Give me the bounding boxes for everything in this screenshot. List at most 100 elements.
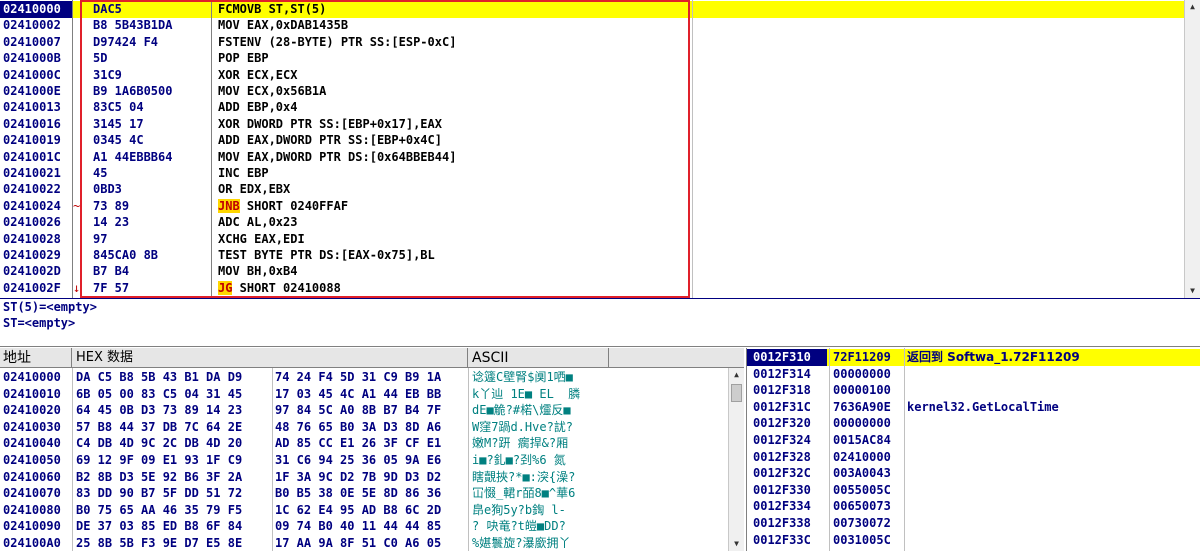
stack-value[interactable]: 02410000 <box>833 449 891 466</box>
dump-hex-bytes[interactable]: 97 84 5C A0 8B B7 B4 7F <box>275 402 441 419</box>
dump-address[interactable]: 024100A0 <box>3 535 73 551</box>
stack-row[interactable]: 0012F334 00650073 <box>747 498 1200 515</box>
dump-ascii[interactable]: 冚惙_輑r皕8■^華6 <box>472 485 575 502</box>
dump-hex-bytes[interactable]: 83 DD 90 B7 5F DD 51 72 <box>76 485 242 502</box>
scroll-up-arrow-icon[interactable]: ▲ <box>729 368 744 382</box>
dump-ascii[interactable]: 谂籧C壁腎$阒1哂■ <box>472 369 573 386</box>
scroll-down-arrow-icon[interactable]: ▼ <box>1185 284 1200 298</box>
dump-address[interactable]: 02410010 <box>3 386 73 403</box>
stack-value[interactable]: 0055005C <box>833 482 891 499</box>
dump-address[interactable]: 02410020 <box>3 402 73 419</box>
disassembly-pane[interactable]: 02410000 DAC5 FCMOVB ST,ST(5) 02410002 B8 5B… <box>0 0 1200 298</box>
dump-address[interactable]: 02410000 <box>3 369 73 386</box>
stack-value[interactable]: 0015AC84 <box>833 432 891 449</box>
stack-address[interactable]: 0012F334 <box>753 498 827 515</box>
dump-hex-bytes[interactable]: 09 74 B0 40 11 44 44 85 <box>275 518 441 535</box>
instruction-address[interactable]: 02410022 <box>3 181 71 198</box>
scroll-up-arrow-icon[interactable]: ▲ <box>1185 0 1200 14</box>
instruction-address[interactable]: 02410019 <box>3 132 71 149</box>
stack-row[interactable]: 0012F32C 003A0043 <box>747 465 1200 482</box>
stack-address[interactable]: 0012F318 <box>753 382 827 399</box>
instruction-address[interactable]: 02410002 <box>3 17 71 34</box>
dump-ascii[interactable]: dE■觤?#楉\爧反■ <box>472 402 571 419</box>
stack-address[interactable]: 0012F310 <box>747 349 827 366</box>
dump-scrollbar[interactable]: ▲ ▼ <box>728 368 744 551</box>
instruction-address[interactable]: 0241000E <box>3 83 71 100</box>
stack-row[interactable]: 0012F310 72F11209 返回到 Softwa_1.72F11209 <box>747 349 1200 366</box>
dump-hex-bytes[interactable]: 17 03 45 4C A1 44 EB BB <box>275 386 441 403</box>
instruction-address[interactable]: 02410016 <box>3 116 71 133</box>
dump-ascii[interactable]: k丫辿 1E■ EL 膦 <box>472 386 580 403</box>
stack-address[interactable]: 0012F33C <box>753 532 827 549</box>
dump-header-ascii[interactable]: ASCII <box>469 348 609 368</box>
scrollbar-thumb[interactable] <box>731 384 742 402</box>
instruction-address[interactable]: 02410028 <box>3 231 71 248</box>
stack-address[interactable]: 0012F330 <box>753 482 827 499</box>
instruction-address[interactable]: 0241002F <box>3 280 71 297</box>
stack-address[interactable]: 0012F338 <box>753 515 827 532</box>
dump-address[interactable]: 02410090 <box>3 518 73 535</box>
stack-value[interactable]: 00650073 <box>833 498 891 515</box>
instruction-address[interactable]: 02410026 <box>3 214 71 231</box>
instruction-address[interactable]: 02410000 <box>0 1 72 18</box>
dump-ascii[interactable]: 嫩M?趼 瘸捍&?厢 <box>472 435 568 452</box>
stack-address[interactable]: 0012F324 <box>753 432 827 449</box>
instruction-address[interactable]: 0241001C <box>3 149 71 166</box>
stack-address[interactable]: 0012F32C <box>753 465 827 482</box>
dump-header-address[interactable]: 地址 <box>0 348 72 368</box>
stack-address[interactable]: 0012F314 <box>753 366 827 383</box>
disassembly-scrollbar[interactable]: ▲ ▼ <box>1184 0 1200 298</box>
stack-value[interactable]: 003A0043 <box>833 465 891 482</box>
dump-hex-bytes[interactable]: 6B 05 00 83 C5 04 31 45 <box>76 386 242 403</box>
stack-row[interactable]: 0012F338 00730072 <box>747 515 1200 532</box>
stack-address[interactable]: 0012F328 <box>753 449 827 466</box>
scroll-down-arrow-icon[interactable]: ▼ <box>729 537 744 551</box>
dump-address[interactable]: 02410060 <box>3 469 73 486</box>
stack-row[interactable]: 0012F318 00000100 <box>747 382 1200 399</box>
instruction-address[interactable]: 02410007 <box>3 34 71 51</box>
dump-ascii[interactable]: i■?釓■?刭%6 氮 <box>472 452 566 469</box>
stack-row[interactable]: 0012F324 0015AC84 <box>747 432 1200 449</box>
stack-row[interactable]: 0012F330 0055005C <box>747 482 1200 499</box>
instruction-address[interactable]: 0241002D <box>3 263 71 280</box>
stack-address[interactable]: 0012F31C <box>753 399 827 416</box>
dump-ascii[interactable]: %媅鬟旋?瀑廞拥丫 <box>472 535 570 551</box>
dump-hex-bytes[interactable]: 69 12 9F 09 E1 93 1F C9 <box>76 452 242 469</box>
stack-value[interactable]: 72F11209 <box>833 349 891 366</box>
dump-hex-bytes[interactable]: AD 85 CC E1 26 3F CF E1 <box>275 435 441 452</box>
dump-ascii[interactable]: 皍e狥5y?b鋾 l- <box>472 502 566 519</box>
stack-value[interactable]: 00000000 <box>833 415 891 432</box>
dump-hex-bytes[interactable]: 48 76 65 B0 3A D3 8D A6 <box>275 419 441 436</box>
instruction-address[interactable]: 02410024 <box>3 198 71 215</box>
dump-hex-bytes[interactable]: 57 B8 44 37 DB 7C 64 2E <box>76 419 242 436</box>
instruction-address[interactable]: 02410029 <box>3 247 71 264</box>
stack-row[interactable]: 0012F314 00000000 <box>747 366 1200 383</box>
stack-row[interactable]: 0012F31C 7636A90E kernel32.GetLocalTime <box>747 399 1200 416</box>
hex-dump-pane[interactable]: 地址 HEX 数据 ASCII 02410000 DA C5 B8 5B 43 B… <box>0 348 744 551</box>
stack-row[interactable]: 0012F328 02410000 <box>747 449 1200 466</box>
stack-value[interactable]: 00730072 <box>833 515 891 532</box>
dump-hex-bytes[interactable]: 25 8B 5B F3 9E D7 E5 8E <box>76 535 242 551</box>
stack-value[interactable]: 7636A90E <box>833 399 891 416</box>
stack-value[interactable]: 00000100 <box>833 382 891 399</box>
dump-hex-bytes[interactable]: 64 45 0B D3 73 89 14 23 <box>76 402 242 419</box>
dump-hex-bytes[interactable]: DA C5 B8 5B 43 B1 DA D9 <box>76 369 242 386</box>
dump-header-hex[interactable]: HEX 数据 <box>73 348 468 368</box>
stack-row[interactable]: 0012F33C 0031005C <box>747 532 1200 549</box>
instruction-address[interactable]: 02410013 <box>3 99 71 116</box>
instruction-address[interactable]: 0241000C <box>3 67 71 84</box>
stack-value[interactable]: 00000000 <box>833 366 891 383</box>
instruction-address[interactable]: 02410021 <box>3 165 71 182</box>
stack-value[interactable]: 0031005C <box>833 532 891 549</box>
dump-hex-bytes[interactable]: B0 B5 38 0E 5E 8D 86 36 <box>275 485 441 502</box>
dump-ascii[interactable]: ? 吷竜?t皚■DD? <box>472 518 566 535</box>
dump-hex-bytes[interactable]: B0 75 65 AA 46 35 79 F5 <box>76 502 242 519</box>
dump-hex-bytes[interactable]: 74 24 F4 5D 31 C9 B9 1A <box>275 369 441 386</box>
dump-address[interactable]: 02410030 <box>3 419 73 436</box>
dump-hex-bytes[interactable]: 1C 62 E4 95 AD B8 6C 2D <box>275 502 441 519</box>
instruction-address[interactable]: 0241000B <box>3 50 71 67</box>
stack-row[interactable]: 0012F320 00000000 <box>747 415 1200 432</box>
dump-hex-bytes[interactable]: C4 DB 4D 9C 2C DB 4D 20 <box>76 435 242 452</box>
dump-hex-bytes[interactable]: 17 AA 9A 8F 51 C0 A6 05 <box>275 535 441 551</box>
dump-hex-bytes[interactable]: 31 C6 94 25 36 05 9A E6 <box>275 452 441 469</box>
